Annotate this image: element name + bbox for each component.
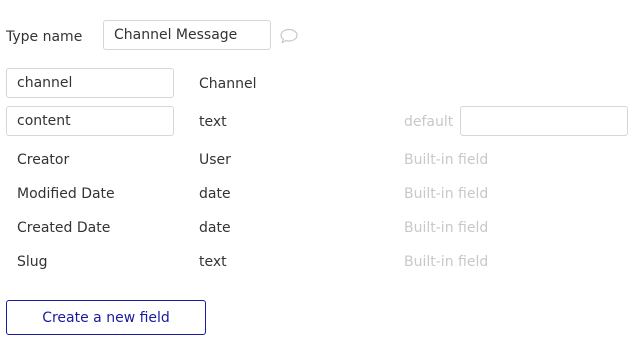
builtin-field-type-slug: text: [199, 254, 227, 270]
field-type-content[interactable]: text: [199, 113, 227, 131]
builtin-field-note-creator: Built-in field: [404, 152, 489, 168]
builtin-field-name-creator: Creator: [17, 152, 70, 168]
field-type-channel[interactable]: Channel: [199, 75, 256, 93]
field-name-input-channel[interactable]: [6, 68, 174, 98]
builtin-field-name-created-date: Created Date: [17, 220, 111, 236]
builtin-field-type-modified-date: date: [199, 186, 231, 202]
field-name-input-content[interactable]: [6, 106, 174, 136]
builtin-field-type-creator: User: [199, 152, 231, 168]
builtin-field-note-slug: Built-in field: [404, 254, 489, 270]
default-label: default: [404, 114, 454, 130]
speech-bubble-icon[interactable]: [279, 27, 299, 45]
builtin-field-note-created-date: Built-in field: [404, 220, 489, 236]
builtin-field-type-created-date: date: [199, 220, 231, 236]
create-new-field-button[interactable]: Create a new field: [6, 300, 206, 335]
type-name-input[interactable]: [103, 20, 271, 50]
type-name-label: Type name: [6, 29, 83, 45]
builtin-field-name-slug: Slug: [17, 254, 48, 270]
builtin-field-note-modified-date: Built-in field: [404, 186, 489, 202]
default-value-input[interactable]: [460, 106, 628, 136]
builtin-field-name-modified-date: Modified Date: [17, 186, 115, 202]
